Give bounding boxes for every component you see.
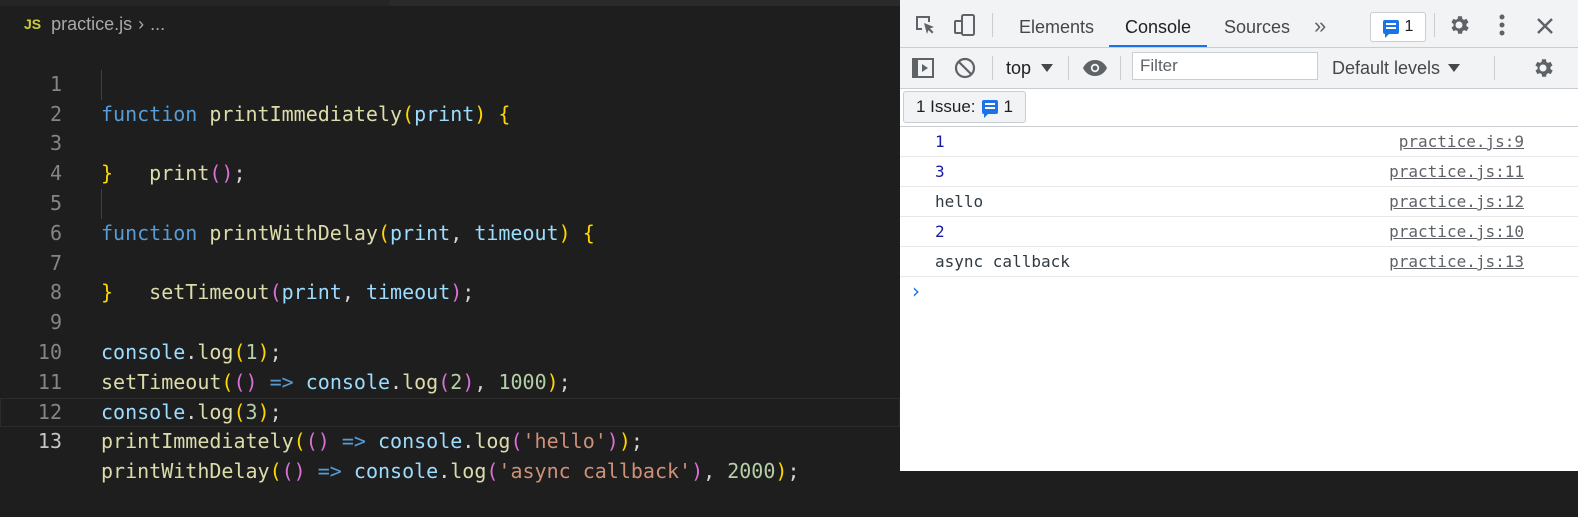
console-settings-gear-icon[interactable] bbox=[1530, 55, 1556, 81]
toolbar-divider bbox=[1434, 13, 1435, 37]
issues-bar-count: 1 bbox=[1003, 97, 1014, 116]
issues-bar: 1 Issue: 1 bbox=[900, 89, 1578, 127]
javascript-file-icon: JS bbox=[24, 16, 42, 32]
code-line[interactable]: 12 printImmediately(() => console.log('h… bbox=[0, 368, 900, 454]
console-message: hello practice.js:12 bbox=[900, 187, 1578, 217]
code-line[interactable]: 7 } bbox=[0, 219, 900, 305]
token-arrow: => bbox=[341, 429, 366, 454]
toolbar-divider bbox=[992, 13, 993, 37]
console-message-text: async callback bbox=[935, 252, 1070, 271]
breadcrumb-file[interactable]: practice.js bbox=[51, 14, 132, 35]
line-number: 13 bbox=[37, 429, 62, 454]
code-line[interactable]: 11 console.log(3); bbox=[0, 338, 900, 424]
context-selector[interactable]: top bbox=[1006, 48, 1054, 88]
token-string: 'async callback' bbox=[498, 459, 692, 484]
tab-sources[interactable]: Sources bbox=[1224, 0, 1290, 47]
device-toolbar-icon[interactable] bbox=[952, 12, 978, 38]
source-link[interactable]: practice.js:10 bbox=[1389, 222, 1524, 241]
source-link[interactable]: practice.js:13 bbox=[1389, 252, 1524, 271]
code-text: printImmediately(() => console.log('hell… bbox=[101, 429, 643, 454]
code-line[interactable]: 5 function printWithDelay(print, timeout… bbox=[0, 159, 900, 245]
console-message-text: hello bbox=[935, 192, 984, 211]
toolbar-divider bbox=[1120, 56, 1121, 80]
toolbar-divider bbox=[1068, 56, 1069, 80]
filter-input[interactable] bbox=[1132, 52, 1318, 80]
code-line[interactable]: 8 bbox=[0, 249, 900, 304]
console-toolbar: top Default levels bbox=[900, 48, 1578, 89]
tab-bar-empty-area bbox=[390, 0, 900, 6]
token-function: printImmediately bbox=[101, 429, 294, 454]
token-arrow: => bbox=[317, 459, 342, 484]
more-tabs-button[interactable]: » bbox=[1314, 0, 1326, 47]
clear-console-icon[interactable] bbox=[952, 55, 978, 81]
console-message: 3 practice.js:11 bbox=[900, 157, 1578, 187]
token-function: log bbox=[474, 429, 511, 454]
devtools-panel: Elements Console Sources » 1 top Filter … bbox=[900, 0, 1578, 471]
breadcrumb-more[interactable]: ... bbox=[150, 14, 165, 35]
log-levels-dropdown[interactable]: Default levels bbox=[1332, 48, 1461, 88]
code-line[interactable]: 6 setTimeout(print, timeout); bbox=[0, 188, 900, 304]
console-output: 1 practice.js:9 3 practice.js:11 hello p… bbox=[900, 127, 1578, 307]
console-message-text: 3 bbox=[935, 162, 945, 181]
inspect-element-icon[interactable] bbox=[912, 12, 938, 38]
console-message-text: 1 bbox=[935, 132, 945, 151]
console-message: async callback practice.js:13 bbox=[900, 247, 1578, 277]
issues-button[interactable]: 1 Issue: 1 bbox=[903, 91, 1027, 123]
source-link[interactable]: practice.js:9 bbox=[1399, 132, 1524, 151]
editor-tab-bar bbox=[0, 0, 900, 6]
code-line[interactable]: 4 bbox=[0, 129, 900, 185]
indent-guide bbox=[101, 188, 102, 219]
token-object: console bbox=[377, 429, 463, 454]
code-line[interactable]: 2 print(); bbox=[0, 69, 900, 185]
token-string: 'hello' bbox=[522, 429, 607, 454]
token-function: log bbox=[450, 459, 487, 484]
sidebar-toggle-icon[interactable] bbox=[910, 55, 936, 81]
source-link[interactable]: practice.js:11 bbox=[1389, 162, 1524, 181]
code-line[interactable]: 10 setTimeout(() => console.log(2), 1000… bbox=[0, 308, 900, 394]
code-line-current[interactable]: 13 printWithDelay(() => console.log('asy… bbox=[0, 397, 900, 483]
tab-console[interactable]: Console bbox=[1109, 0, 1208, 47]
kebab-menu-icon[interactable] bbox=[1490, 12, 1514, 38]
code-text: printWithDelay(() => console.log('async … bbox=[101, 459, 800, 484]
code-area[interactable]: 1 function printImmediately(print) { 2 p… bbox=[0, 40, 900, 483]
code-line[interactable]: 3 } bbox=[0, 100, 900, 185]
breadcrumb: JS practice.js › ... bbox=[24, 10, 165, 38]
issues-count: 1 bbox=[1404, 18, 1414, 35]
close-icon[interactable] bbox=[1532, 13, 1558, 39]
issues-label: 1 Issue: bbox=[916, 97, 976, 116]
console-message: 2 practice.js:10 bbox=[900, 217, 1578, 247]
issues-counter-button[interactable]: 1 bbox=[1370, 12, 1426, 42]
dropdown-arrow-icon bbox=[1448, 64, 1461, 72]
tab-elements[interactable]: Elements bbox=[1019, 0, 1094, 47]
code-line[interactable]: 9 console.log(1); bbox=[0, 278, 900, 364]
prompt-chevron-icon: › bbox=[912, 279, 920, 303]
chevron-right-icon: › bbox=[138, 13, 145, 34]
code-line[interactable]: 1 function printImmediately(print) { bbox=[0, 40, 900, 126]
code-editor[interactable]: JS practice.js › ... 1 function printImm… bbox=[0, 0, 900, 483]
gear-icon[interactable] bbox=[1446, 12, 1472, 38]
message-icon bbox=[1382, 20, 1399, 38]
token-object: console bbox=[353, 459, 439, 484]
toolbar-divider bbox=[992, 56, 993, 80]
indent-guide bbox=[101, 69, 102, 100]
console-message: 1 practice.js:9 bbox=[900, 127, 1578, 157]
toolbar-divider bbox=[1494, 56, 1495, 80]
console-prompt[interactable]: › bbox=[900, 277, 1578, 307]
eye-icon[interactable] bbox=[1082, 55, 1108, 81]
token-function: printWithDelay bbox=[101, 459, 270, 484]
console-message-text: 2 bbox=[935, 222, 945, 241]
message-icon bbox=[981, 100, 998, 118]
context-value: top bbox=[1006, 58, 1032, 78]
source-link[interactable]: practice.js:12 bbox=[1389, 192, 1524, 211]
log-levels-label: Default levels bbox=[1332, 58, 1441, 78]
token-number: 2000 bbox=[727, 459, 776, 484]
dropdown-arrow-icon bbox=[1041, 64, 1054, 72]
devtools-tab-bar: Elements Console Sources » 1 bbox=[900, 0, 1578, 48]
